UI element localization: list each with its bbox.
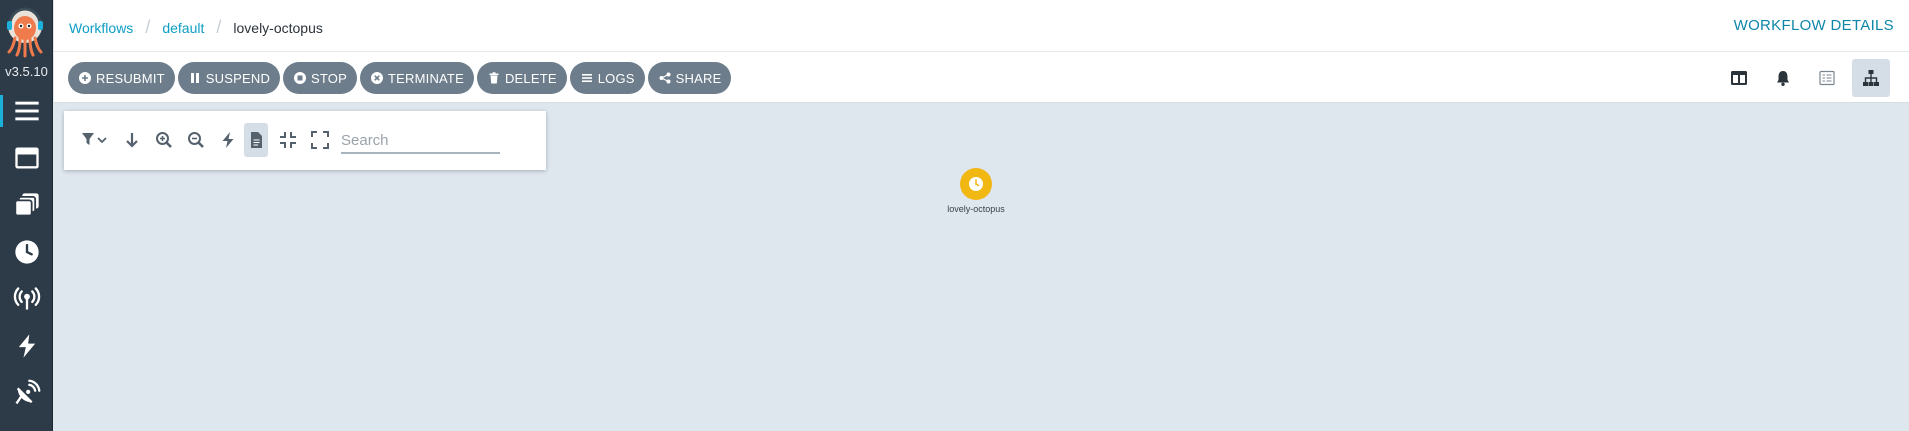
argo-logo[interactable] [3,6,47,60]
filter-icon [82,133,107,145]
compress-icon [280,132,296,148]
logs-button[interactable]: LOGS [569,62,645,94]
arrow-down-icon [126,133,138,148]
nav-workflows[interactable] [0,89,53,133]
nav-cron-workflows[interactable] [0,230,53,274]
zoom-out-icon [188,132,204,148]
summary-view-button[interactable] [1808,59,1846,97]
trash-icon [488,72,500,84]
nav-event-flow[interactable] [0,277,53,321]
breadcrumb-separator: / [145,17,151,37]
share-icon [659,72,671,84]
nav-cluster-templates[interactable] [0,183,53,227]
graph-options-panel [64,111,546,170]
toggle-direction-button[interactable] [120,128,144,152]
delete-button[interactable]: DELETE [476,62,567,94]
resubmit-label: RESUBMIT [96,70,165,86]
split-view-button[interactable] [1720,59,1758,97]
workflow-node-label: lovely-octopus [947,204,1005,214]
breadcrumb-separator: / [216,17,222,37]
expand-icon [311,131,329,149]
hamburger-icon [14,101,39,121]
events-button[interactable] [1764,59,1802,97]
show-artifacts-button[interactable] [244,123,268,157]
file-icon [251,132,262,148]
bolt-icon [18,334,35,358]
stop-circle-icon [294,72,307,84]
terminate-label: TERMINATE [388,70,464,86]
graph-view-button[interactable] [1852,59,1890,97]
bolt-icon [222,132,234,148]
clock-icon [969,177,983,191]
top-header: Workflows / default / lovely-octopus WOR… [54,0,1909,52]
plus-circle-icon [79,72,91,84]
bars-icon [581,72,593,84]
share-button[interactable]: SHARE [647,62,732,94]
breadcrumb-workflows[interactable]: Workflows [69,20,133,36]
list-icon [1819,70,1835,86]
view-switcher [1720,59,1890,97]
bell-icon [1777,71,1789,86]
times-circle-icon [371,72,383,84]
logs-label: LOGS [597,70,635,86]
filter-dropdown[interactable] [79,128,111,152]
nav-event-sources[interactable] [0,324,53,368]
columns-icon [1731,71,1747,85]
satellite-dish-icon [15,379,40,405]
fast-render-button[interactable] [216,128,240,152]
window-icon [14,147,39,169]
stop-button[interactable]: STOP [283,62,357,94]
version-label: v3.5.10 [5,64,48,79]
breadcrumb-current: lovely-octopus [233,19,323,36]
pause-icon [189,72,201,84]
zoom-in-icon [156,132,172,148]
breadcrumb: Workflows / default / lovely-octopus [69,17,323,38]
sitemap-icon [1863,70,1879,86]
broadcast-icon [13,287,40,310]
stack-icon [13,193,39,217]
breadcrumb-namespace[interactable]: default [162,20,204,36]
resubmit-button[interactable]: RESUBMIT [68,62,175,94]
clock-icon [14,240,39,264]
suspend-label: SUSPEND [205,70,271,86]
stop-label: STOP [311,70,347,86]
nav-sensors[interactable] [0,371,53,415]
share-label: SHARE [675,70,722,86]
terminate-button[interactable]: TERMINATE [360,62,474,94]
collapse-button[interactable] [276,128,300,152]
action-toolbar: RESUBMIT SUSPEND STOP TERMINATE DELETE L… [54,52,1909,103]
expand-button[interactable] [308,128,332,152]
sidebar: v3.5.10 [0,0,53,431]
page-title: WORKFLOW DETAILS [1733,17,1894,34]
suspend-button[interactable]: SUSPEND [177,62,281,94]
zoom-out-button[interactable] [184,128,208,152]
graph-search-input[interactable] [341,128,500,154]
delete-label: DELETE [504,70,557,86]
nav-workflow-templates[interactable] [0,136,53,180]
workflow-node[interactable] [960,168,992,200]
zoom-in-button[interactable] [152,128,176,152]
